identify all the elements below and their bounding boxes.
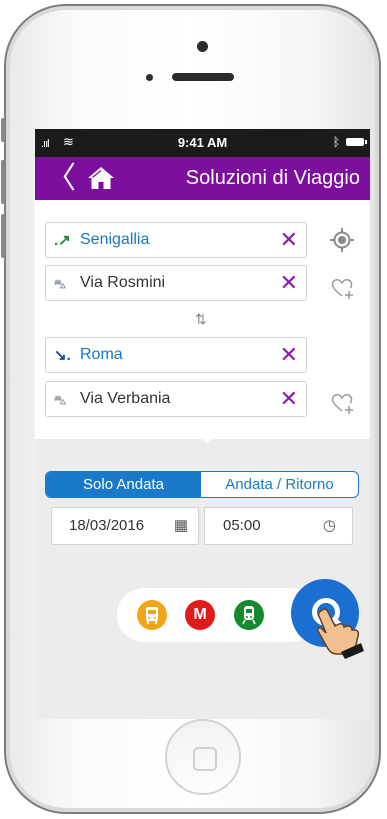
locate-me-icon[interactable] — [329, 227, 355, 253]
phone-home-button[interactable] — [165, 719, 241, 795]
trip-type-selector: Solo Andata Andata / Ritorno — [45, 471, 359, 498]
volume-up-button — [1, 160, 5, 204]
clear-origin-address-icon[interactable]: ✕ — [280, 266, 298, 300]
add-favorite-destination-icon[interactable] — [329, 390, 355, 416]
origin-address-field[interactable]: ⛍ Via Rosmini ✕ — [45, 265, 307, 301]
home-icon[interactable] — [87, 165, 115, 191]
metro-icon: M — [193, 606, 207, 623]
swap-route-icon[interactable]: ⇅ — [195, 311, 207, 328]
clock-icon: ◷ — [322, 517, 336, 534]
street-icon: ⛍ — [54, 277, 67, 291]
origin-city-value: Senigallia — [80, 231, 150, 248]
destination-city-field[interactable]: ↘. Roma ✕ — [45, 337, 307, 373]
status-bar: .ııl ≋ 9:41 AM ᛒ — [35, 129, 370, 157]
form-pointer — [191, 429, 223, 443]
back-icon[interactable]: 〈 — [46, 157, 76, 200]
origin-address-value: Via Rosmini — [80, 274, 166, 291]
destination-address-field[interactable]: ⛍ Via Verbania ✕ — [45, 381, 307, 417]
street-icon: ⛍ — [54, 393, 67, 407]
destination-address-value: Via Verbania — [80, 390, 171, 407]
destination-city-value: Roma — [80, 346, 123, 363]
front-camera — [197, 41, 208, 52]
arrival-arrow-icon: ↘. — [54, 347, 71, 364]
time-field[interactable]: 05:00 ◷ — [204, 507, 353, 545]
date-field[interactable]: 18/03/2016 ▦ — [51, 507, 199, 545]
status-time: 9:41 AM — [177, 135, 228, 150]
round-trip-tab[interactable]: Andata / Ritorno — [201, 472, 358, 497]
bus-mode-button[interactable] — [137, 600, 167, 630]
app-header: 〈 Soluzioni di Viaggio — [35, 157, 370, 200]
route-form: .↗ Senigallia ✕ ⛍ Via Rosmini ✕ ⇅ ↘. Rom… — [35, 200, 370, 439]
earpiece-speaker — [172, 73, 234, 81]
proximity-sensor — [146, 74, 153, 81]
train-icon — [242, 606, 256, 625]
add-favorite-origin-icon[interactable] — [329, 275, 355, 301]
battery-icon — [346, 138, 367, 146]
metro-mode-button[interactable]: M — [185, 600, 215, 630]
date-value: 18/03/2016 — [69, 517, 145, 534]
train-mode-button[interactable] — [234, 600, 264, 630]
time-value: 05:00 — [223, 517, 261, 534]
bluetooth-icon: ᛒ — [332, 135, 340, 149]
pointing-hand-icon — [317, 608, 364, 659]
clear-origin-city-icon[interactable]: ✕ — [280, 223, 298, 257]
clear-destination-city-icon[interactable]: ✕ — [280, 338, 298, 372]
origin-city-field[interactable]: .↗ Senigallia ✕ — [45, 222, 307, 258]
transport-mode-bar: M — [117, 588, 317, 642]
page-title: Soluzioni di Viaggio — [185, 167, 360, 189]
volume-down-button — [1, 214, 5, 258]
calendar-icon: ▦ — [173, 517, 188, 534]
one-way-tab[interactable]: Solo Andata — [46, 472, 201, 497]
mute-switch — [1, 118, 5, 142]
bus-icon — [146, 607, 158, 624]
clear-destination-address-icon[interactable]: ✕ — [280, 382, 298, 416]
departure-arrow-icon: .↗ — [54, 232, 71, 249]
